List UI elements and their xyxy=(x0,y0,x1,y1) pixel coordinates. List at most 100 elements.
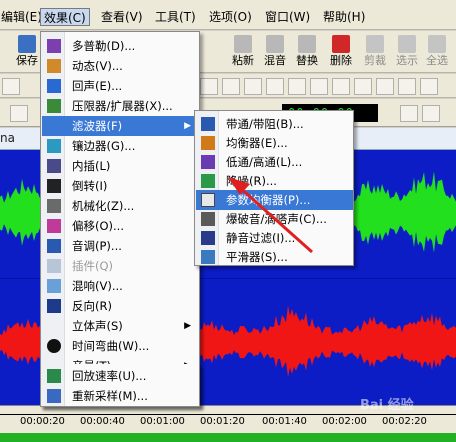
interpolate-icon xyxy=(47,159,61,173)
effects-menu: 多普勒(D)... 动态(V)... 回声(E)... 压限器/扩展器(X)..… xyxy=(40,31,200,407)
delete-button[interactable]: 删除 xyxy=(328,34,354,72)
reverb-icon xyxy=(47,279,61,293)
mechanize-icon xyxy=(47,199,61,213)
menu-item-interpolate[interactable]: 内插(L) xyxy=(42,156,199,176)
menu-effects[interactable]: 效果(C) xyxy=(40,8,90,26)
menu-item-stereo[interactable]: 立体声(S) ▶ xyxy=(42,316,199,336)
ruler-label: 00:02:00 xyxy=(322,416,367,427)
menu-item-equalizer[interactable]: 均衡器(E)... xyxy=(196,133,353,153)
ruler-label: 00:01:00 xyxy=(140,416,185,427)
menu-item-mechanize[interactable]: 机械化(Z)... xyxy=(42,196,199,216)
tool-icon[interactable] xyxy=(2,78,20,95)
effects-menu-bottom: 回放速率(U)... 重新采样(M)... xyxy=(40,364,200,407)
trim-button[interactable]: 剪裁 xyxy=(362,34,388,72)
menu-item-pitch[interactable]: 音调(P)... xyxy=(42,236,199,256)
meter-icon[interactable] xyxy=(400,105,418,122)
mix-paste-icon xyxy=(266,35,284,53)
menu-item-reverse[interactable]: 反向(R) xyxy=(42,296,199,316)
ruler-label: 00:00:40 xyxy=(80,416,125,427)
save-button[interactable]: 保存 xyxy=(14,34,40,72)
document-title: na xyxy=(0,131,15,145)
menu-item-offset[interactable]: 偏移(O)... xyxy=(42,216,199,236)
smoother-icon xyxy=(201,250,215,264)
menu-item-playback-rate[interactable]: 回放速率(U)... xyxy=(42,366,199,386)
click-pop-icon xyxy=(201,212,215,226)
noise-reduction-icon xyxy=(201,174,215,188)
menu-item-noise-reduction[interactable]: 降噪(R)... xyxy=(196,171,353,191)
tool-icon[interactable] xyxy=(332,78,350,95)
watermark: Bai 经验 xyxy=(360,398,414,413)
tool-icon[interactable] xyxy=(266,78,284,95)
paste-new-button[interactable]: 粘新 xyxy=(230,34,256,72)
invert-icon xyxy=(47,179,61,193)
menu-item-reverb[interactable]: 混响(V)... xyxy=(42,276,199,296)
menu-item-doppler[interactable]: 多普勒(D)... xyxy=(42,36,199,56)
menu-item-smoother[interactable]: 平滑器(S)... xyxy=(196,247,353,267)
menu-item-filters[interactable]: 滤波器(F) ▶ xyxy=(42,116,199,136)
ruler-label: 00:01:20 xyxy=(200,416,245,427)
tool-icon[interactable] xyxy=(200,78,218,95)
stop-icon[interactable] xyxy=(10,105,28,122)
bandpass-icon xyxy=(201,117,215,131)
tool-icon[interactable] xyxy=(398,78,416,95)
menu-view[interactable]: 查看(V) xyxy=(98,8,146,26)
equalizer-icon xyxy=(201,136,215,150)
tool-icon[interactable] xyxy=(222,78,240,95)
echo-icon xyxy=(47,79,61,93)
resample-icon xyxy=(47,389,61,403)
menu-help[interactable]: 帮助(H) xyxy=(320,8,368,26)
menu-options[interactable]: 选项(O) xyxy=(206,8,255,26)
menu-item-invert[interactable]: 倒转(I) xyxy=(42,176,199,196)
menu-item-time-warp[interactable]: 时间弯曲(W)... xyxy=(42,336,199,356)
menu-edit[interactable]: 编辑(E) xyxy=(0,8,45,26)
dynamics-icon xyxy=(47,59,61,73)
show-selection-button[interactable]: 选示 xyxy=(394,34,420,72)
menu-item-flanger[interactable]: 镶边器(G)... xyxy=(42,136,199,156)
parametric-eq-icon xyxy=(201,193,215,207)
pitch-icon xyxy=(47,239,61,253)
compressor-icon xyxy=(47,99,61,113)
lowpass-icon xyxy=(201,155,215,169)
menu-tools[interactable]: 工具(T) xyxy=(152,8,199,26)
delete-icon xyxy=(332,35,350,53)
menu-item-dynamics[interactable]: 动态(V)... xyxy=(42,56,199,76)
menu-window[interactable]: 窗口(W) xyxy=(262,8,313,26)
paste-new-icon xyxy=(234,35,252,53)
level-meter-bar xyxy=(0,433,456,442)
menu-item-echo[interactable]: 回声(E)... xyxy=(42,76,199,96)
menu-item-bandpass[interactable]: 带通/带阻(B)... xyxy=(196,114,353,134)
meter-icon[interactable] xyxy=(422,105,440,122)
select-all-icon xyxy=(428,35,446,53)
menu-bar: 编辑(E) 效果(C) 查看(V) 工具(T) 选项(O) 窗口(W) 帮助(H… xyxy=(0,0,456,30)
tool-icon[interactable] xyxy=(420,78,438,95)
offset-icon xyxy=(47,219,61,233)
trim-icon xyxy=(366,35,384,53)
tool-icon[interactable] xyxy=(376,78,394,95)
ruler-label: 00:00:20 xyxy=(20,416,65,427)
time-warp-icon xyxy=(47,339,61,353)
flanger-icon xyxy=(47,139,61,153)
mix-paste-button[interactable]: 混音 xyxy=(262,34,288,72)
plugin-icon xyxy=(47,259,61,273)
tool-icon[interactable] xyxy=(288,78,306,95)
ruler-label: 00:02:20 xyxy=(382,416,427,427)
reverse-icon xyxy=(47,299,61,313)
menu-item-resample[interactable]: 重新采样(M)... xyxy=(42,386,199,406)
tool-icon[interactable] xyxy=(310,78,328,95)
filters-submenu: 带通/带阻(B)... 均衡器(E)... 低通/高通(L)... 降噪(R).… xyxy=(194,110,354,266)
replace-button[interactable]: 替换 xyxy=(294,34,320,72)
menu-item-plugins[interactable]: 插件(Q) xyxy=(42,256,199,276)
doppler-icon xyxy=(47,39,61,53)
menu-item-parametric-eq[interactable]: 参数均衡器(P)... xyxy=(196,190,353,210)
menu-item-silence-filter[interactable]: 静音过滤(I)... xyxy=(196,228,353,248)
menu-item-compressor[interactable]: 压限器/扩展器(X)... xyxy=(42,96,199,116)
submenu-arrow-icon: ▶ xyxy=(184,321,191,331)
save-icon xyxy=(18,35,36,53)
menu-item-click-pop[interactable]: 爆破音/滴嗒声(C)... xyxy=(196,209,353,229)
submenu-arrow-icon: ▶ xyxy=(184,121,191,131)
tool-icon[interactable] xyxy=(354,78,372,95)
show-selection-icon xyxy=(398,35,416,53)
select-all-button[interactable]: 全选 xyxy=(424,34,450,72)
tool-icon[interactable] xyxy=(244,78,262,95)
menu-item-lowpass[interactable]: 低通/高通(L)... xyxy=(196,152,353,172)
